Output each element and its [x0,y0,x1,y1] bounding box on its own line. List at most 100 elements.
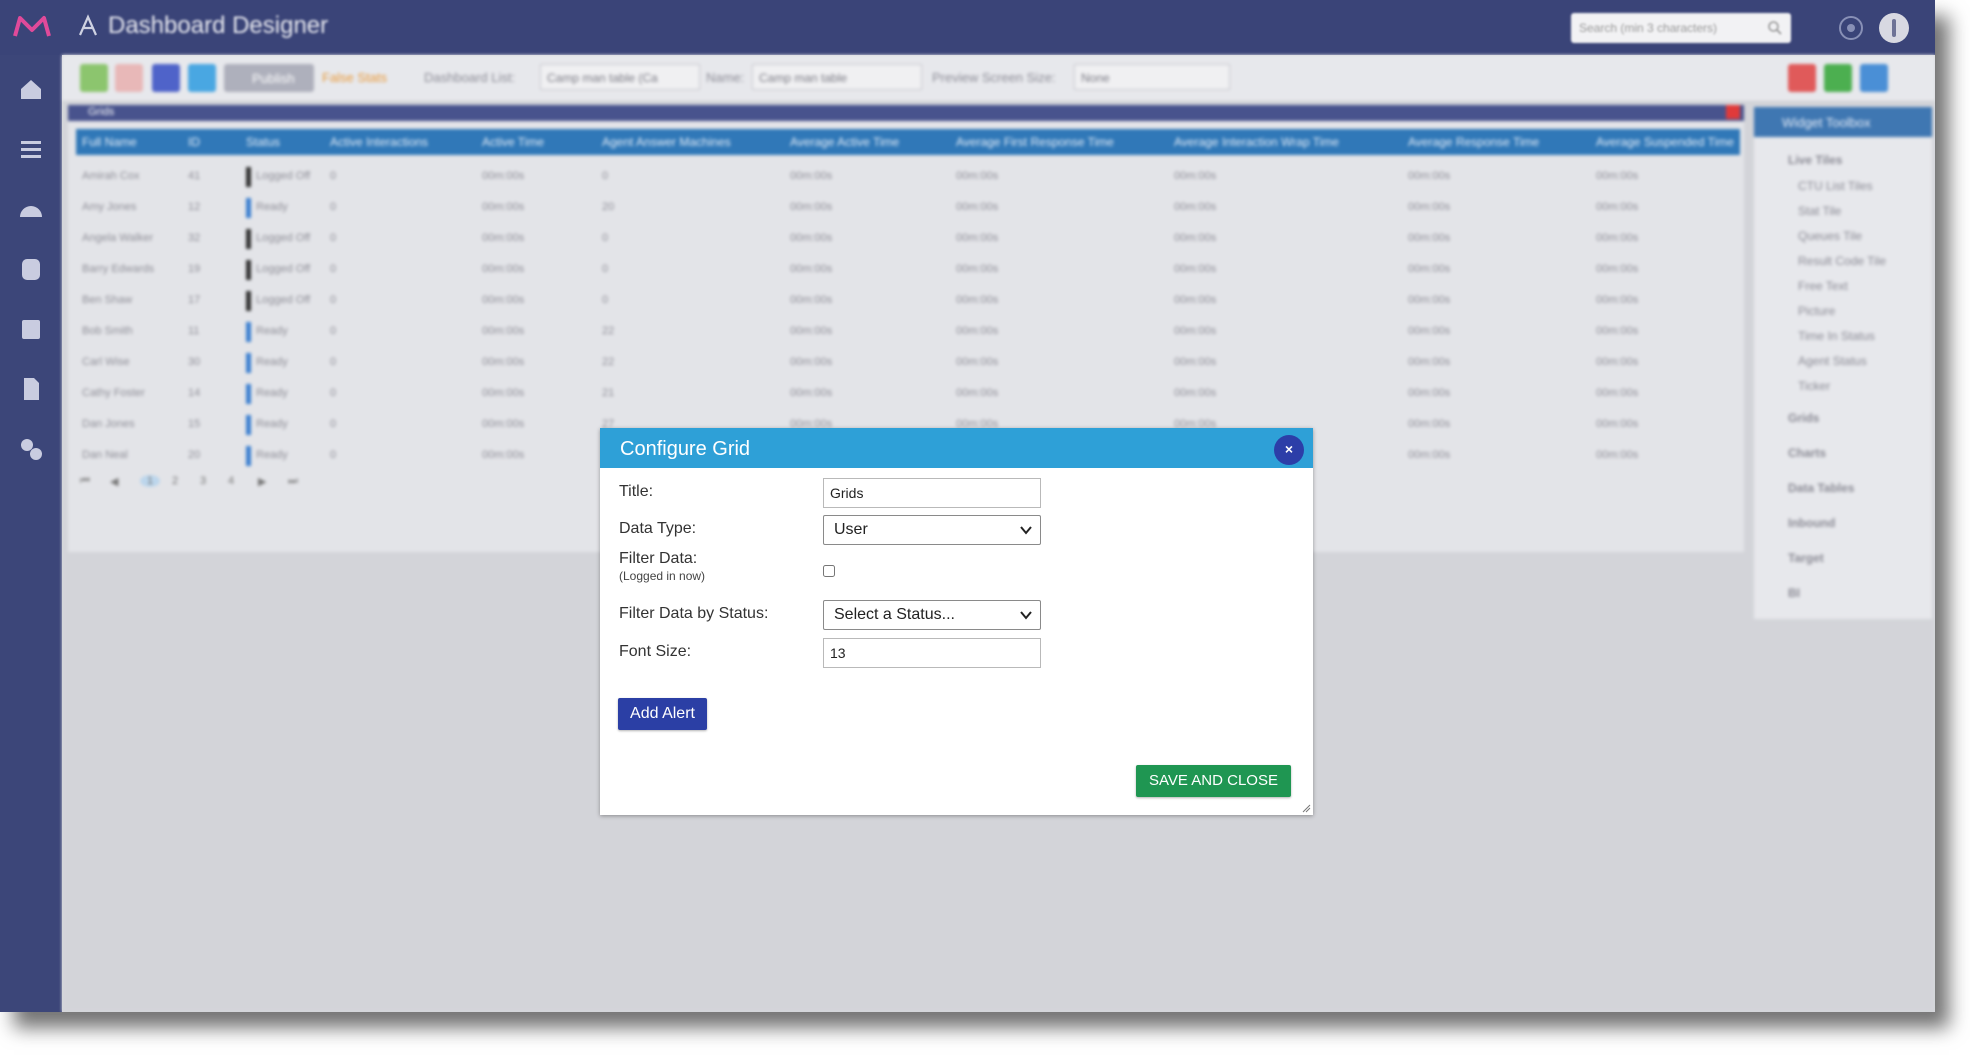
pager-page[interactable]: 2 [172,475,178,487]
toolbox-section[interactable]: Grids [1788,411,1819,425]
toolbox-item[interactable]: CTU List Tiles [1798,179,1873,193]
column-header[interactable]: Average First Response Time [956,135,1114,149]
settings-icon[interactable] [17,435,45,463]
search-icon[interactable] [1767,20,1783,36]
font-size-input[interactable] [823,638,1041,668]
document-icon[interactable] [17,375,45,403]
table-cell: 00m:00s [1174,325,1217,337]
save-button[interactable] [152,64,180,92]
data-type-select[interactable]: User [823,515,1041,545]
export-excel-button[interactable] [1824,64,1852,92]
status-indicator [246,446,251,466]
next-page-icon[interactable]: ▶ [258,475,266,488]
toolbox-item[interactable]: Result Code Tile [1798,254,1886,268]
toolbox-item[interactable]: Picture [1798,304,1835,318]
table-row[interactable]: Cathy Foster 14 Ready 0 00m:00s 21 00m:00s 00m:… [76,378,1740,409]
database-icon[interactable] [17,255,45,283]
export-pdf-button[interactable] [1788,64,1816,92]
widget-close-icon[interactable] [1726,105,1740,119]
publish-button[interactable]: Publish [224,64,314,92]
table-row[interactable]: Ben Shaw 17 Logged Off 0 00m:00s 0 00m:00s 00m:… [76,285,1740,316]
global-search-input[interactable]: Search (min 3 characters) [1571,13,1791,43]
toolbox-item[interactable]: Free Text [1798,279,1848,293]
dashboard-gauge-icon[interactable] [17,195,45,223]
toolbox-item[interactable]: Stat Tile [1798,204,1841,218]
name-input[interactable]: Camp man table [752,64,922,90]
copy-button[interactable] [188,64,216,92]
false-stats-checkbox[interactable]: False Stats [322,70,387,85]
column-header[interactable]: Active Interactions [330,135,428,149]
table-cell: Dan Jones [82,418,135,430]
column-header[interactable]: Agent Answer Machines [602,135,731,149]
list-icon[interactable] [17,135,45,163]
table-cell: 22 [602,325,615,337]
pager-page[interactable]: 1 [140,475,160,487]
prev-page-icon[interactable]: ◀ [110,475,118,488]
toolbox-item[interactable]: Agent Status [1798,354,1867,368]
table-cell: 00m:00s [956,170,999,182]
table-cell: 00m:00s [1408,170,1451,182]
new-dashboard-button[interactable] [80,64,108,92]
table-cell: 21 [602,387,615,399]
column-header[interactable]: Average Active Time [790,135,899,149]
delete-button[interactable] [115,64,143,92]
table-cell: 00m:00s [1596,325,1639,337]
toolbox-section[interactable]: Data Tables [1788,481,1854,495]
brand-logo-icon[interactable] [12,12,52,42]
table-cell: 00m:00s [956,325,999,337]
table-row[interactable]: Angela Walker 32 Logged Off 0 00m:00s 0 00m:00… [76,223,1740,254]
add-alert-button[interactable]: Add Alert [618,698,707,730]
table-cell: Ready [256,325,288,337]
toolbox-section-live-tiles[interactable]: Live Tiles [1788,153,1842,167]
toolbox-item[interactable]: Time In Status [1798,329,1875,343]
table-row[interactable]: Bob Smith 11 Ready 0 00m:00s 22 00m:00s 00m:00s… [76,316,1740,347]
table-row[interactable]: Amy Jones 12 Ready 0 00m:00s 20 00m:00s 00m:00s… [76,192,1740,223]
table-cell: 32 [188,232,201,244]
home-icon[interactable] [17,75,45,103]
column-header[interactable]: Average Suspended Time [1596,135,1734,149]
resize-grip-icon[interactable] [1301,803,1311,813]
column-header[interactable]: Average Response Time [1408,135,1539,149]
table-cell: 0 [330,170,337,182]
toolbox-item[interactable]: Ticker [1798,379,1830,393]
close-icon[interactable]: × [1274,435,1304,465]
column-header[interactable]: Average Interaction Wrap Time [1174,135,1339,149]
table-cell: 0 [330,325,337,337]
preview-size-select[interactable]: None [1074,64,1230,90]
table-cell: 00m:00s [482,387,525,399]
user-avatar-icon[interactable] [1878,12,1910,44]
table-cell: 00m:00s [790,232,833,244]
column-header[interactable]: Active Time [482,135,544,149]
table-cell: Angela Walker [82,232,154,244]
toolbox-section[interactable]: BI [1788,586,1800,600]
first-page-icon[interactable]: ⏮ [80,475,90,488]
table-cell: 00m:00s [790,294,833,306]
table-cell: 00m:00s [790,263,833,275]
layout-button[interactable] [1860,64,1888,92]
table-cell: 22 [602,356,615,368]
toolbox-section[interactable]: Inbound [1788,516,1835,530]
column-header[interactable]: ID [188,135,200,149]
table-row[interactable]: Carl Wise 30 Ready 0 00m:00s 22 00m:00s 00m:00s… [76,347,1740,378]
status-indicator [246,291,251,311]
pager-page[interactable]: 4 [228,475,234,487]
report-icon[interactable] [17,315,45,343]
toolbox-section[interactable]: Target [1788,551,1824,565]
column-header[interactable]: Full Name [82,135,137,149]
table-cell: 00m:00s [482,201,525,213]
table-row[interactable]: Amirah Cox 41 Logged Off 0 00m:00s 0 00m:00s 00… [76,161,1740,192]
table-row[interactable]: Barry Edwards 19 Logged Off 0 00m:00s 0 00m:00… [76,254,1740,285]
dashboard-designer-icon [78,14,98,36]
toolbox-section[interactable]: Charts [1788,446,1826,460]
help-icon[interactable] [1838,15,1864,41]
filter-status-select[interactable]: Select a Status... [823,600,1041,630]
toolbox-item[interactable]: Queues Tile [1798,229,1862,243]
grid-widget-header: Grids [68,105,1744,121]
last-page-icon[interactable]: ⏭ [288,475,298,488]
pager-page[interactable]: 3 [200,475,206,487]
save-and-close-button[interactable]: SAVE AND CLOSE [1136,765,1291,797]
filter-data-checkbox[interactable] [823,565,835,577]
title-input[interactable] [823,478,1041,508]
column-header[interactable]: Status [246,135,280,149]
dashboard-list-select[interactable]: Camp man table (Ca [540,64,700,90]
